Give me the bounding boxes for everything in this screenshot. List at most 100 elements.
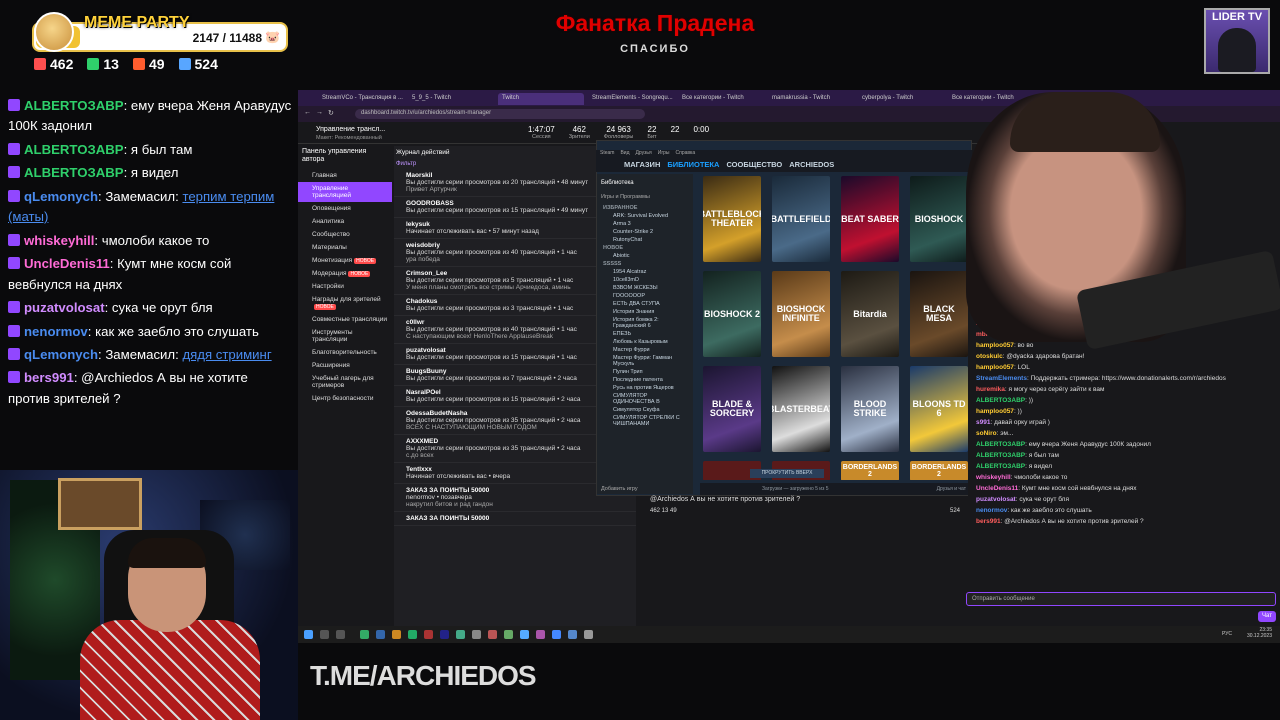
steam-menu-item[interactable]: Игры (658, 150, 670, 156)
chat-username[interactable]: hamploo057 (976, 342, 1014, 349)
chat-username[interactable]: bers991 (24, 370, 74, 385)
chat-username[interactable]: nenormov (976, 507, 1007, 514)
app-icon[interactable] (360, 630, 369, 639)
steam-game-item[interactable]: ЕПЕЗЬ (597, 330, 693, 338)
chat-username[interactable]: hamploo057 (976, 408, 1014, 415)
chat-username[interactable]: otoskulc (976, 353, 1003, 360)
sidebar-item[interactable]: Благотворительность (298, 346, 392, 359)
steam-game-item[interactable]: История бомжа 2: Гражданский 6 (597, 316, 693, 330)
browser-tab[interactable]: cyberpolya - Twitch (858, 93, 944, 105)
game-card[interactable]: BATTLEFIELD (772, 176, 830, 262)
task-view-icon[interactable] (336, 630, 345, 639)
app-icon[interactable] (424, 630, 433, 639)
chat-username[interactable]: qLemonych (24, 189, 98, 204)
game-card[interactable]: BLOONS TD 6 (910, 366, 968, 452)
windows-start-icon[interactable] (304, 630, 313, 639)
app-icon[interactable] (552, 630, 561, 639)
sidebar-item[interactable]: Учебный лагерь для стримеров (298, 372, 392, 392)
clock[interactable]: 23:35 30.12.2023 (1247, 627, 1272, 639)
steam-game-item[interactable]: 10cell3mD (597, 276, 693, 284)
chat-username[interactable]: hamploo057 (976, 364, 1014, 371)
steam-game-item[interactable]: Симулятор Скуфа (597, 406, 693, 414)
steam-game-item[interactable]: СИМУЛЯТОР ОДИНОЧЕСТВА В (597, 392, 693, 406)
browser-tab[interactable]: Все категории - Twitch (678, 93, 764, 105)
chat-username[interactable]: ALBERTOЗАВР (976, 397, 1025, 404)
steam-game-item[interactable]: 1954 Alcatraz (597, 268, 693, 276)
app-icon[interactable] (456, 630, 465, 639)
folder-icon[interactable] (392, 630, 401, 639)
game-card[interactable]: BLACK MESA (910, 271, 968, 357)
chat-username[interactable]: ALBERTOЗАВР (976, 452, 1025, 459)
sidebar-item[interactable]: Аналитика (298, 215, 392, 228)
steam-menu-item[interactable]: Друзья (636, 150, 652, 156)
steam-game-item[interactable]: Counter-Strike 2 (597, 228, 693, 236)
add-game-button[interactable]: Добавить игру (601, 486, 638, 492)
app-icon[interactable] (376, 630, 385, 639)
sidebar-item[interactable]: Материалы (298, 241, 392, 254)
steam-game-item[interactable]: Abiotic (597, 252, 693, 260)
sidebar-item[interactable]: Управление трансляцией (298, 181, 392, 202)
chat-username[interactable]: qLemonych (24, 347, 98, 362)
steam-library-filter[interactable]: Игры и Программы (597, 188, 693, 204)
chat-username[interactable]: ALBERTOЗАВР (24, 165, 124, 180)
sidebar-item[interactable]: Награды для зрителейНОВОЕ (298, 293, 392, 313)
steam-menu-item[interactable]: Вид (620, 150, 629, 156)
app-icon[interactable] (488, 630, 497, 639)
sidebar-item[interactable]: Инструменты трансляции (298, 326, 392, 346)
game-card[interactable]: BLOOD STRIKE (841, 366, 899, 452)
sidebar-item[interactable]: Настройки (298, 280, 392, 293)
app-icon[interactable] (472, 630, 481, 639)
game-card[interactable]: BIOSHOCK 2 (703, 271, 761, 357)
steam-game-item[interactable]: История Знания (597, 308, 693, 316)
browser-tab[interactable]: 5_9_5 - Twitch (408, 93, 494, 105)
game-card[interactable]: BLADE & SORCERY (703, 366, 761, 452)
chat-username[interactable]: huremika (976, 386, 1005, 393)
chat-username[interactable]: soNiro (976, 430, 997, 437)
chat-username[interactable]: puzatvolosat (24, 300, 105, 315)
sidebar-item[interactable]: Модерация НОВОЕ (298, 267, 392, 280)
chat-username[interactable]: StreamElements (976, 375, 1027, 382)
sidebar-item[interactable]: Совместные трансляции (298, 313, 392, 326)
input-language[interactable]: РУС (1222, 631, 1232, 637)
chat-username[interactable]: UncleDenis11 (24, 256, 110, 271)
steam-friends[interactable]: Друзья и чат (937, 486, 966, 492)
sidebar-item[interactable]: Монетизация НОВОЕ (298, 254, 392, 267)
steam-game-item[interactable]: Русь на против Ящеров (597, 384, 693, 392)
chat-username[interactable]: UncleDenis11 (976, 485, 1018, 492)
sidebar-item[interactable]: Оповещения (298, 202, 392, 215)
chat-username[interactable]: ALBERTOЗАВР (976, 463, 1025, 470)
steam-nav-item[interactable]: БИБЛИОТЕКА (667, 160, 719, 169)
chat-username[interactable]: whiskeyhill (24, 233, 94, 248)
browser-tab[interactable]: StreamVCo - Трансляция в ... (318, 93, 404, 105)
chat-username[interactable]: whiskeyhill (976, 474, 1011, 481)
steam-game-item[interactable]: Любовь к Казыровым (597, 338, 693, 346)
app-icon[interactable] (536, 630, 545, 639)
app-icon[interactable] (568, 630, 577, 639)
steam-menu-item[interactable]: Steam (600, 150, 614, 156)
steam-game-item[interactable]: RutonyChat (597, 236, 693, 244)
app-icon[interactable] (504, 630, 513, 639)
steam-game-item[interactable]: ВЗВОМ ЖСКЕЗЫ (597, 284, 693, 292)
steam-game-item[interactable]: Arma 3 (597, 220, 693, 228)
steam-game-item[interactable]: Мастер Фурри (597, 346, 693, 354)
game-card[interactable]: BIOSHOCK (910, 176, 968, 262)
steam-nav-item[interactable]: СООБЩЕСТВО (726, 160, 782, 169)
reload-icon[interactable]: ↻ (328, 109, 334, 117)
sidebar-item[interactable]: Главная (298, 169, 392, 182)
steam-game-item[interactable]: Мастер Фурри: Гамман Мускуль (597, 354, 693, 368)
app-icon[interactable] (584, 630, 593, 639)
game-card[interactable]: Bitardia (841, 271, 899, 357)
chat-username[interactable]: s991 (976, 419, 990, 426)
chat-send-button[interactable]: Чат (1258, 611, 1276, 622)
sidebar-item[interactable]: Центр безопасности (298, 392, 392, 405)
steam-game-item[interactable]: СИМУЛЯТОР СТРЕЛКИ С ЧИШПАНАМИ (597, 414, 693, 428)
steam-nav-item[interactable]: ARCHIEDOS (789, 160, 834, 169)
search-icon[interactable] (320, 630, 329, 639)
chat-username[interactable]: ALBERTOЗАВР (976, 441, 1025, 448)
steam-downloads[interactable]: Загрузки — загружено 5 из 5 (762, 486, 829, 492)
game-card[interactable]: BEAT SABER (841, 176, 899, 262)
browser-tab[interactable]: StreamElements - Songrequ... (588, 93, 674, 105)
steam-nav-item[interactable]: МАГАЗИН (624, 160, 660, 169)
chat-username[interactable]: bers991 (976, 518, 1001, 525)
steam-icon[interactable] (440, 630, 449, 639)
